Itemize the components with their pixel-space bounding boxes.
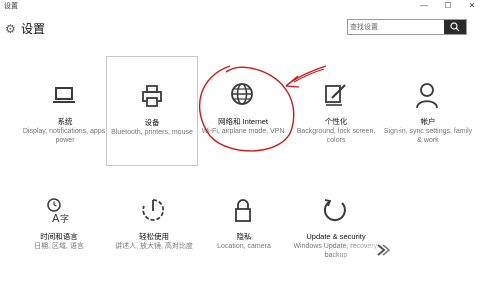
tile-label: 轻松使用 xyxy=(139,232,169,241)
gear-icon: ⚙ xyxy=(5,22,16,36)
lock-icon xyxy=(235,199,251,222)
printer-icon xyxy=(142,85,162,107)
svg-text:字: 字 xyxy=(60,213,69,225)
tile-label: 网络和 Internet xyxy=(217,117,269,126)
watermark-overlay xyxy=(330,228,484,300)
tile-label: 系统 xyxy=(57,117,73,126)
tile-description: Background, lock screen, colors xyxy=(296,128,376,144)
search-icon[interactable] xyxy=(444,20,466,34)
tile-system[interactable]: 系统 Display, notifications, apps, power xyxy=(19,70,111,152)
minimize-button[interactable]: — xyxy=(412,0,436,11)
tile-label: 帐户 xyxy=(420,117,436,126)
tile-ease-of-access[interactable]: 轻松使用 讲述人, 放大镜, 高对比度 xyxy=(108,185,200,267)
refresh-icon xyxy=(323,199,346,222)
tile-label: 时间和语言 xyxy=(40,232,78,241)
tile-network[interactable]: 网络和 Internet Wi-Fi, airplane mode, VPN xyxy=(197,70,289,152)
tile-description: 讲述人, 放大镜, 高对比度 xyxy=(115,243,193,250)
tile-label: 隐私 xyxy=(236,232,252,241)
tile-devices[interactable]: 设备 Bluetooth, printers, mouse xyxy=(106,56,198,166)
tile-description: 日期, 区域, 语言 xyxy=(34,243,84,250)
tile-accounts[interactable]: 帐户 Sign-in, sync settings, family & work xyxy=(382,70,474,152)
tile-description: Sign-in, sync settings, family & work xyxy=(383,128,473,144)
globe-icon xyxy=(231,83,253,105)
svg-text:A: A xyxy=(52,212,60,225)
paint-icon xyxy=(325,84,346,106)
tile-description: Bluetooth, printers, mouse xyxy=(111,129,193,136)
laptop-icon xyxy=(53,87,75,103)
search-input[interactable] xyxy=(350,21,450,33)
time-language-icon: A 字 xyxy=(47,198,69,225)
tile-privacy[interactable]: 隐私 Location, camera xyxy=(198,185,290,267)
tile-time-language[interactable]: A 字 时间和语言 日期, 区域, 语言 xyxy=(13,185,105,267)
close-button[interactable]: ✕ xyxy=(460,0,484,11)
tile-description: Wi-Fi, airplane mode, VPN xyxy=(201,128,285,135)
window-title: 设置 xyxy=(4,3,18,10)
tile-description: Location, camera xyxy=(217,243,271,250)
tile-label: 个性化 xyxy=(324,117,348,126)
tile-description: Display, notifications, apps, power xyxy=(22,128,108,144)
page-title: 设置 xyxy=(21,22,46,36)
search-box[interactable] xyxy=(347,19,467,35)
title-bar: 设置 — ☐ ✕ xyxy=(0,0,484,12)
tile-label: 设备 xyxy=(144,118,160,127)
ease-of-access-icon xyxy=(142,199,165,221)
tile-personalization[interactable]: 个性化 Background, lock screen, colors xyxy=(290,70,382,152)
person-icon xyxy=(416,83,438,109)
maximize-button[interactable]: ☐ xyxy=(436,0,460,11)
watermark-logo-icon xyxy=(377,244,391,256)
